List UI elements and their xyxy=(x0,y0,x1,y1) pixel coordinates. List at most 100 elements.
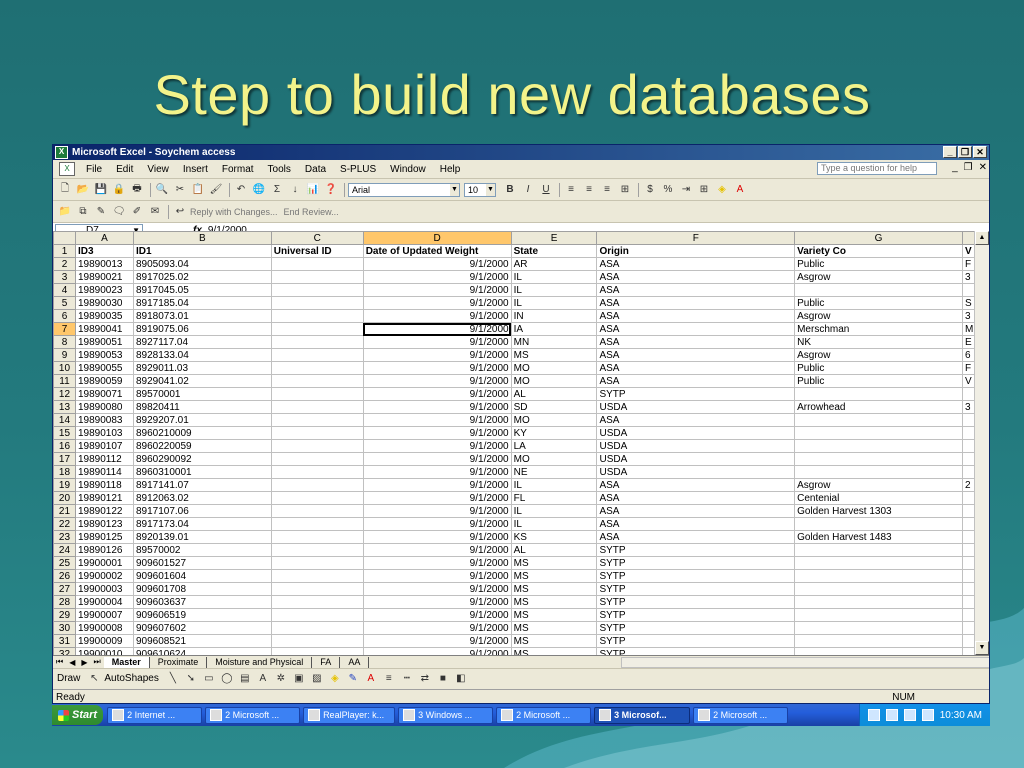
menu-insert[interactable]: Insert xyxy=(176,164,215,175)
table-cell[interactable]: AL xyxy=(510,543,598,557)
table-cell[interactable]: 909608521 xyxy=(132,634,272,648)
line-color-icon[interactable]: ✎ xyxy=(345,671,361,686)
taskbar-item-word[interactable]: 2 Microsoft ... xyxy=(496,706,592,724)
table-cell[interactable]: ASA xyxy=(596,348,796,362)
table-cell[interactable] xyxy=(794,595,963,609)
table-cell[interactable]: 8960290092 xyxy=(132,452,272,466)
select-all-corner[interactable] xyxy=(53,231,76,245)
table-cell[interactable]: Asgrow xyxy=(794,348,963,362)
table-cell[interactable]: 9/1/2000 xyxy=(362,621,512,635)
column-header[interactable]: B xyxy=(132,231,272,245)
save-icon[interactable]: 💾 xyxy=(93,182,109,197)
table-cell[interactable]: AR xyxy=(510,257,598,271)
table-cell[interactable] xyxy=(794,621,963,635)
table-cell[interactable]: SYTP xyxy=(596,595,796,609)
table-cell[interactable]: 9/1/2000 xyxy=(362,439,512,453)
table-cell[interactable]: Public xyxy=(794,257,963,271)
currency-icon[interactable]: $ xyxy=(642,182,658,197)
table-cell[interactable]: 909603637 xyxy=(132,595,272,609)
table-cell[interactable]: 19890103 xyxy=(74,426,134,440)
table-cell[interactable] xyxy=(270,452,364,466)
oval-icon[interactable]: ◯ xyxy=(219,671,235,686)
column-header[interactable]: F xyxy=(596,231,796,245)
table-cell[interactable] xyxy=(270,413,364,427)
arrow-icon[interactable]: ➘ xyxy=(183,671,199,686)
rectangle-icon[interactable]: ▭ xyxy=(201,671,217,686)
table-cell[interactable]: 8912063.02 xyxy=(132,491,272,505)
table-cell[interactable]: 9/1/2000 xyxy=(362,491,512,505)
table-cell[interactable]: IL xyxy=(510,478,598,492)
network-icon[interactable] xyxy=(921,709,934,721)
percent-icon[interactable]: % xyxy=(660,182,676,197)
column-header[interactable]: E xyxy=(510,231,598,245)
table-cell[interactable]: 19890114 xyxy=(74,465,134,479)
font-color-icon[interactable]: A xyxy=(363,671,379,686)
table-cell[interactable]: IA xyxy=(510,322,598,336)
row-header[interactable]: 8 xyxy=(53,335,76,349)
comment-icon[interactable]: 🗨 xyxy=(111,204,127,219)
worksheet-grid[interactable]: A B C D E F G 1 ID3 ID1 Universal ID Date of… xyxy=(53,231,977,655)
row-header[interactable]: 1 xyxy=(53,244,76,258)
table-cell[interactable]: ASA xyxy=(596,296,796,310)
table-cell[interactable]: 9/1/2000 xyxy=(362,283,512,297)
row-header[interactable]: 21 xyxy=(53,504,76,518)
table-cell[interactable] xyxy=(270,504,364,518)
table-cell[interactable]: 8929011.03 xyxy=(132,361,272,375)
workbook-icon[interactable]: X xyxy=(59,162,75,176)
scroll-down-icon[interactable]: ▼ xyxy=(975,641,989,655)
table-cell[interactable]: 19890125 xyxy=(74,530,134,544)
tab-master[interactable]: Master xyxy=(103,656,150,668)
print-icon[interactable]: 🖶 xyxy=(129,182,145,197)
font-color-icon[interactable]: A xyxy=(732,182,748,197)
table-cell[interactable]: 19890123 xyxy=(74,517,134,531)
table-cell[interactable]: KS xyxy=(510,530,598,544)
taskbar-item-microsoft[interactable]: 2 Microsoft ... xyxy=(205,706,301,724)
table-cell[interactable]: 8917107.06 xyxy=(132,504,272,518)
start-button[interactable]: Start xyxy=(52,705,104,725)
table-cell[interactable]: Arrowhead xyxy=(794,400,963,414)
table-cell[interactable]: MO xyxy=(510,452,598,466)
table-cell[interactable]: ASA xyxy=(596,361,796,375)
row-header[interactable]: 14 xyxy=(53,413,76,427)
close-button[interactable]: ✕ xyxy=(973,146,987,158)
table-cell[interactable] xyxy=(794,647,963,655)
taskbar-item-realplayer[interactable]: RealPlayer: k... xyxy=(303,706,396,724)
taskbar-item-access[interactable]: 2 Microsoft ... xyxy=(693,706,789,724)
table-cell[interactable] xyxy=(270,608,364,622)
table-cell[interactable]: Golden Harvest 1483 xyxy=(794,530,963,544)
table-cell[interactable]: FL xyxy=(510,491,598,505)
table-cell[interactable]: 19900002 xyxy=(74,569,134,583)
table-cell[interactable]: 9/1/2000 xyxy=(362,465,512,479)
table-cell[interactable]: ASA xyxy=(596,283,796,297)
format-painter-icon[interactable]: 🖌 xyxy=(208,182,224,197)
table-cell[interactable] xyxy=(794,283,963,297)
table-cell[interactable]: 19900001 xyxy=(74,556,134,570)
table-cell[interactable]: USDA xyxy=(596,426,796,440)
table-cell[interactable]: 19890051 xyxy=(74,335,134,349)
restore-button[interactable]: ❐ xyxy=(958,146,972,158)
table-cell[interactable]: MS xyxy=(510,569,598,583)
table-cell[interactable]: 8917173.04 xyxy=(132,517,272,531)
row-header[interactable]: 32 xyxy=(53,647,76,655)
table-cell[interactable]: 19890055 xyxy=(74,361,134,375)
table-cell[interactable]: 19900004 xyxy=(74,595,134,609)
tab-last-icon[interactable]: ⏭ xyxy=(91,657,104,667)
borders-icon[interactable]: ⊞ xyxy=(696,182,712,197)
table-cell[interactable]: ASA xyxy=(596,504,796,518)
row-header[interactable]: 19 xyxy=(53,478,76,492)
tab-proximate[interactable]: Proximate xyxy=(150,656,208,668)
table-cell[interactable]: SYTP xyxy=(596,608,796,622)
table-cell[interactable] xyxy=(270,556,364,570)
table-cell[interactable] xyxy=(270,296,364,310)
tray-icon[interactable] xyxy=(867,709,880,721)
table-cell[interactable]: MS xyxy=(510,608,598,622)
table-cell[interactable]: 9/1/2000 xyxy=(362,270,512,284)
table-cell[interactable] xyxy=(270,322,364,336)
table-cell[interactable] xyxy=(270,517,364,531)
table-cell[interactable]: ASA xyxy=(596,257,796,271)
cut-icon[interactable]: ✂ xyxy=(172,182,188,197)
table-cell[interactable]: SD xyxy=(510,400,598,414)
column-header[interactable]: A xyxy=(74,231,134,245)
align-center-icon[interactable]: ≡ xyxy=(581,182,597,197)
table-cell[interactable]: MS xyxy=(510,595,598,609)
